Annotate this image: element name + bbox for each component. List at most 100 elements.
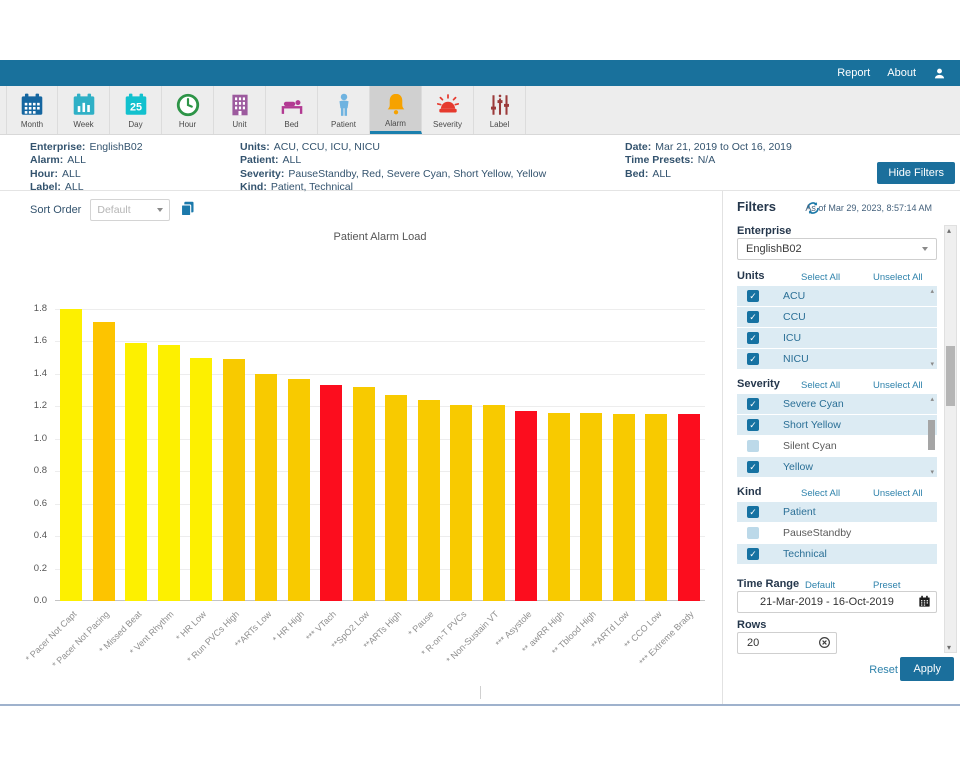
bar--Pacer-Not-Pacing[interactable] bbox=[93, 322, 115, 601]
filter-option-patient[interactable]: ✓ Patient bbox=[737, 502, 937, 522]
checkbox-checked-icon[interactable]: ✓ bbox=[747, 353, 759, 365]
time-range-label: Time Range bbox=[737, 578, 799, 590]
checkbox-checked-icon[interactable]: ✓ bbox=[747, 506, 759, 518]
filter-option-label: NICU bbox=[783, 353, 809, 365]
about-menu[interactable]: About bbox=[887, 67, 916, 79]
bar--Missed-Beat[interactable] bbox=[125, 343, 147, 601]
bar--HR-Low[interactable] bbox=[190, 358, 212, 601]
toolbar-patient-button[interactable]: Patient bbox=[318, 86, 370, 134]
toolbar-hour-button[interactable]: Hour bbox=[162, 86, 214, 134]
clear-circle-icon[interactable] bbox=[818, 636, 831, 654]
filter-option-silent-cyan[interactable]: Silent Cyan bbox=[737, 436, 937, 456]
summary-field-value: PauseStandby, Red, Severe Cyan, Short Ye… bbox=[288, 168, 546, 180]
gridline bbox=[55, 569, 705, 570]
svg-text:25: 25 bbox=[129, 102, 141, 114]
chart-area: Sort Order Default Patient Alarm Load 0.… bbox=[0, 191, 722, 704]
summary-field-label: Alarm: bbox=[30, 154, 63, 166]
copy-chart-icon[interactable] bbox=[179, 200, 196, 220]
kind-unselect-all-link[interactable]: Unselect All bbox=[873, 488, 923, 499]
main-content: Sort Order Default Patient Alarm Load 0.… bbox=[0, 191, 960, 704]
summary-field-label: Patient: bbox=[240, 154, 279, 166]
bar--VTach[interactable] bbox=[320, 385, 342, 601]
checkbox-checked-icon[interactable]: ✓ bbox=[747, 419, 759, 431]
units-select-all-link[interactable]: Select All bbox=[801, 272, 840, 283]
bar--CCO-Low[interactable] bbox=[645, 414, 667, 601]
filter-option-yellow[interactable]: ✓Yellow bbox=[737, 457, 937, 477]
toolbar-day-button[interactable]: 25Day bbox=[110, 86, 162, 134]
bar--ARTs-Low[interactable] bbox=[255, 374, 277, 601]
severity-list-scrollbar[interactable]: ▴▾ bbox=[925, 394, 937, 477]
y-axis-tick-label: 0.6 bbox=[11, 498, 47, 509]
bar--Non-Sustain-VT[interactable] bbox=[483, 405, 505, 601]
filter-option-nicu[interactable]: ✓ NICU bbox=[737, 349, 937, 369]
calendar-icon[interactable] bbox=[918, 595, 931, 613]
bar--Vent-Rhythm[interactable] bbox=[158, 345, 180, 601]
units-list-scrollbar[interactable]: ▴▾ bbox=[925, 286, 937, 369]
day-calendar-icon: 25 bbox=[123, 91, 149, 119]
resize-handle[interactable] bbox=[480, 686, 481, 699]
apply-button[interactable]: Apply bbox=[900, 657, 954, 681]
filter-option-severe-cyan[interactable]: ✓Severe Cyan bbox=[737, 394, 937, 414]
filter-option-label: Patient bbox=[783, 506, 816, 518]
reset-link[interactable]: Reset bbox=[869, 664, 898, 676]
toolbar-bed-button[interactable]: Bed bbox=[266, 86, 318, 134]
checkbox-checked-icon[interactable]: ✓ bbox=[747, 461, 759, 473]
toolbar-unit-button[interactable]: Unit bbox=[214, 86, 266, 134]
checkbox-unchecked-icon[interactable] bbox=[747, 527, 759, 539]
bar--ARTs-High[interactable] bbox=[385, 395, 407, 601]
severity-unselect-all-link[interactable]: Unselect All bbox=[873, 380, 923, 391]
bar--awRR-High[interactable] bbox=[548, 413, 570, 601]
toolbar-label-button[interactable]: Label bbox=[474, 86, 526, 134]
hour-clock-icon bbox=[175, 91, 201, 119]
checkbox-unchecked-icon[interactable] bbox=[747, 440, 759, 452]
user-icon[interactable] bbox=[933, 67, 946, 80]
kind-select-all-link[interactable]: Select All bbox=[801, 488, 840, 499]
filter-option-label: Short Yellow bbox=[783, 419, 841, 431]
summary-line: Hour:ALL bbox=[30, 168, 143, 181]
toolbar-severity-button[interactable]: Severity bbox=[422, 86, 474, 134]
rows-label: Rows bbox=[737, 619, 766, 631]
filter-option-ccu[interactable]: ✓CCU bbox=[737, 307, 937, 327]
time-range-input[interactable] bbox=[737, 591, 937, 613]
toolbar-item-label: Unit bbox=[232, 120, 246, 129]
bar--Tblood-High[interactable] bbox=[580, 413, 602, 601]
month-calendar-icon bbox=[19, 91, 45, 119]
bar--SpO2-Low[interactable] bbox=[353, 387, 375, 601]
bar--R-on-T-PVCs[interactable] bbox=[450, 405, 472, 601]
bar--HR-High[interactable] bbox=[288, 379, 310, 601]
toolbar-item-label: Label bbox=[490, 120, 510, 129]
checkbox-checked-icon[interactable]: ✓ bbox=[747, 332, 759, 344]
time-range-default-link[interactable]: Default bbox=[805, 580, 835, 591]
bar--ARTd-Low[interactable] bbox=[613, 414, 635, 601]
bed-icon bbox=[279, 91, 305, 119]
enterprise-dropdown[interactable]: EnglishB02 bbox=[737, 238, 937, 260]
toolbar-week-button[interactable]: Week bbox=[58, 86, 110, 134]
bar--Pause[interactable] bbox=[418, 400, 440, 601]
report-menu[interactable]: Report bbox=[837, 67, 870, 79]
time-range-preset-link[interactable]: Preset bbox=[873, 580, 900, 591]
severity-select-all-link[interactable]: Select All bbox=[801, 380, 840, 391]
filter-option-pausestandby[interactable]: PauseStandby bbox=[737, 523, 937, 543]
filter-option-icu[interactable]: ✓ICU bbox=[737, 328, 937, 348]
filter-option-short-yellow[interactable]: ✓ Short Yellow bbox=[737, 415, 937, 435]
sort-order-row: Sort Order Default bbox=[30, 199, 196, 221]
toolbar-alarm-button[interactable]: Alarm bbox=[370, 86, 422, 134]
bar--Extreme-Brady[interactable] bbox=[678, 414, 700, 601]
checkbox-checked-icon[interactable]: ✓ bbox=[747, 398, 759, 410]
checkbox-checked-icon[interactable]: ✓ bbox=[747, 290, 759, 302]
filter-option-technical[interactable]: ✓Technical bbox=[737, 544, 937, 564]
bar--Pacer-Not-Capt[interactable] bbox=[60, 309, 82, 601]
units-unselect-all-link[interactable]: Unselect All bbox=[873, 272, 923, 283]
summary-field-value: N/A bbox=[698, 154, 716, 166]
hide-filters-button[interactable]: Hide Filters bbox=[877, 162, 955, 184]
checkbox-checked-icon[interactable]: ✓ bbox=[747, 548, 759, 560]
bar--Run-PVCs-High[interactable] bbox=[223, 359, 245, 601]
y-axis-tick-label: 1.6 bbox=[11, 335, 47, 346]
checkbox-checked-icon[interactable]: ✓ bbox=[747, 311, 759, 323]
y-axis-tick-label: 1.4 bbox=[11, 368, 47, 379]
toolbar-month-button[interactable]: Month bbox=[6, 86, 58, 134]
filter-option-acu[interactable]: ✓ACU bbox=[737, 286, 937, 306]
filters-panel-scrollbar[interactable]: ▴▾ bbox=[944, 225, 957, 653]
bar--Asystole[interactable] bbox=[515, 411, 537, 601]
sort-order-dropdown[interactable]: Default bbox=[90, 199, 170, 221]
